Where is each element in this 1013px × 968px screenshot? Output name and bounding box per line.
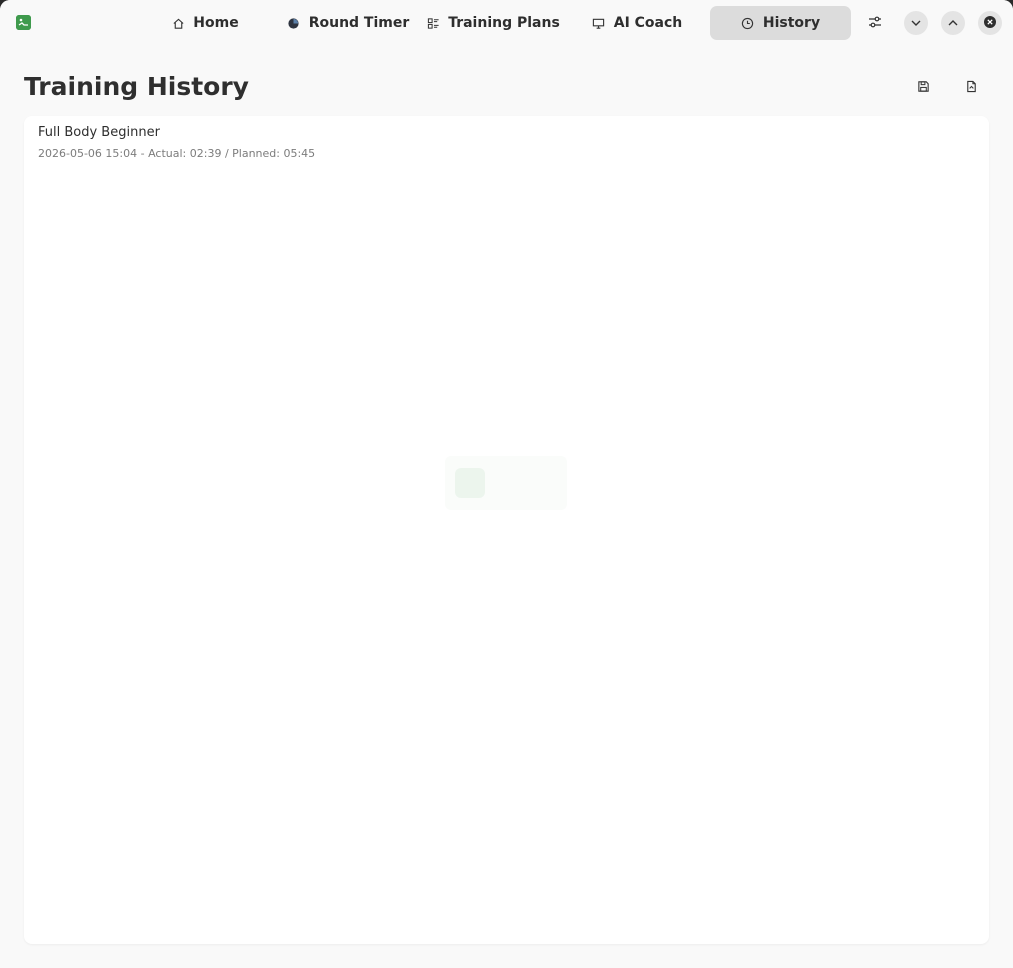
tab-ai-coach[interactable]: AI Coach	[586, 6, 688, 40]
tab-home[interactable]: Home	[158, 6, 252, 40]
tab-history-label: History	[762, 15, 821, 31]
settings-icon	[868, 14, 882, 33]
faded-logo-icon	[455, 468, 485, 498]
save-button[interactable]	[911, 75, 935, 99]
export-file-button[interactable]	[959, 75, 983, 99]
tab-training-plans[interactable]: Training Plans	[424, 6, 562, 40]
tab-training-plans-label: Training Plans	[448, 15, 560, 31]
tab-round-timer-label: Round Timer	[308, 15, 410, 31]
home-icon	[171, 16, 185, 30]
tab-round-timer[interactable]: Round Timer	[281, 6, 415, 40]
export-file-icon	[965, 78, 978, 97]
header-bar: Home Round Timer Training Plans AI Coach	[0, 0, 1013, 46]
list-icon	[426, 16, 440, 30]
history-list: Full Body Beginner 2026-05-06 15:04 - Ac…	[24, 116, 989, 944]
tab-history[interactable]: History	[710, 6, 851, 40]
chevron-up-icon	[947, 14, 959, 33]
history-list-item[interactable]: Full Body Beginner 2026-05-06 15:04 - Ac…	[24, 116, 989, 168]
app-logo-icon	[16, 15, 31, 30]
close-icon	[983, 14, 997, 33]
tab-home-label: Home	[193, 15, 239, 31]
tab-ai-coach-label: AI Coach	[613, 15, 683, 31]
minimize-button[interactable]	[904, 11, 928, 35]
app-window: Home Round Timer Training Plans AI Coach	[0, 0, 1013, 968]
history-item-details: 2026-05-06 15:04 - Actual: 02:39 / Plann…	[38, 147, 316, 160]
settings-button[interactable]	[863, 11, 887, 35]
faded-overlay	[445, 456, 567, 510]
page-title: Training History	[24, 72, 249, 101]
monitor-icon	[592, 16, 606, 30]
timer-icon	[287, 16, 301, 30]
close-button[interactable]	[978, 11, 1002, 35]
clock-icon	[741, 16, 755, 30]
save-icon	[917, 78, 930, 97]
history-item-title: Full Body Beginner	[38, 125, 160, 140]
maximize-button[interactable]	[941, 11, 965, 35]
chevron-down-icon	[910, 14, 922, 33]
